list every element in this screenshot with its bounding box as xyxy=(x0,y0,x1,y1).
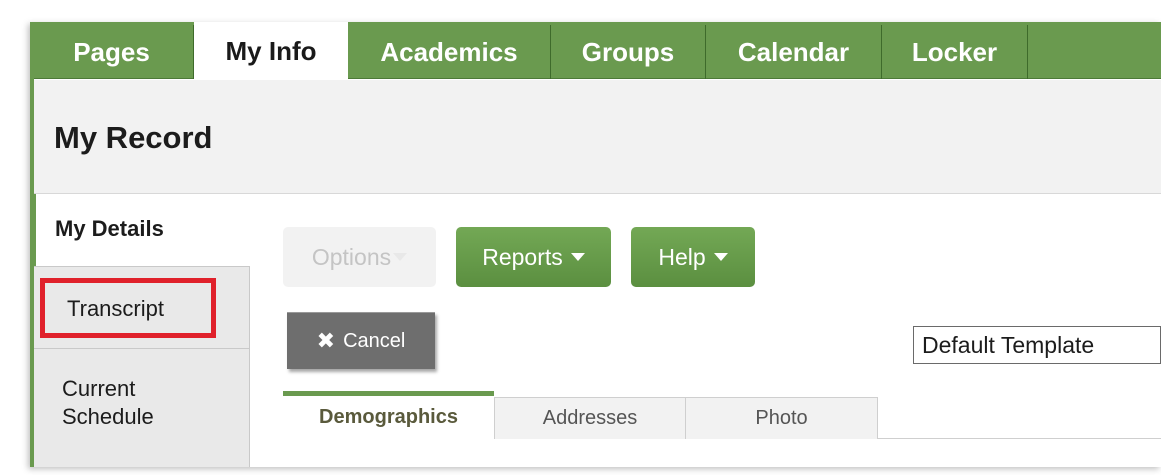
sidebar-item-my-details[interactable]: My Details xyxy=(30,194,250,266)
cancel-button[interactable]: ✖ Cancel xyxy=(287,312,435,369)
help-label: Help xyxy=(658,243,706,270)
page-header: My Record xyxy=(34,80,1161,194)
close-icon: ✖ xyxy=(316,328,336,353)
subtab-divider xyxy=(878,438,1161,439)
tab-photo[interactable]: Photo xyxy=(686,397,878,439)
app-window: Pages My Info Academics Groups Calendar … xyxy=(30,22,1161,467)
template-select-value: Default Template xyxy=(922,332,1095,358)
tab-calendar[interactable]: Calendar xyxy=(706,25,882,79)
transcript-highlight-box: Transcript xyxy=(40,278,216,338)
reports-label: Reports xyxy=(482,243,563,270)
top-navigation-bar: Pages My Info Academics Groups Calendar … xyxy=(30,22,1161,80)
caret-down-icon xyxy=(713,253,728,261)
template-select[interactable]: Default Template xyxy=(913,326,1161,364)
sidebar-item-current-schedule[interactable]: Current Schedule xyxy=(34,348,250,467)
tab-pages[interactable]: Pages xyxy=(30,25,194,79)
help-button[interactable]: Help xyxy=(631,227,755,287)
tab-locker[interactable]: Locker xyxy=(882,25,1028,79)
tab-academics[interactable]: Academics xyxy=(348,25,551,79)
tab-demographics[interactable]: Demographics xyxy=(283,391,494,439)
reports-button[interactable]: Reports xyxy=(456,227,611,287)
options-label: Options xyxy=(311,243,392,270)
cancel-label: Cancel xyxy=(343,329,406,352)
sidebar-item-label: My Details xyxy=(55,216,164,241)
page-title: My Record xyxy=(54,120,213,155)
tab-groups[interactable]: Groups xyxy=(551,25,706,79)
options-button[interactable]: Options xyxy=(283,227,436,287)
tab-my-info[interactable]: My Info xyxy=(194,22,348,80)
sidebar-item-label: Current Schedule xyxy=(62,376,154,429)
sidebar-item-transcript[interactable]: Transcript xyxy=(34,266,250,348)
caret-down-icon xyxy=(570,253,585,261)
caret-down-icon xyxy=(393,253,408,261)
tab-addresses[interactable]: Addresses xyxy=(494,397,686,439)
side-navigation: My Details Transcript Current Schedule xyxy=(30,194,250,467)
sidebar-item-label: Transcript xyxy=(67,296,164,321)
